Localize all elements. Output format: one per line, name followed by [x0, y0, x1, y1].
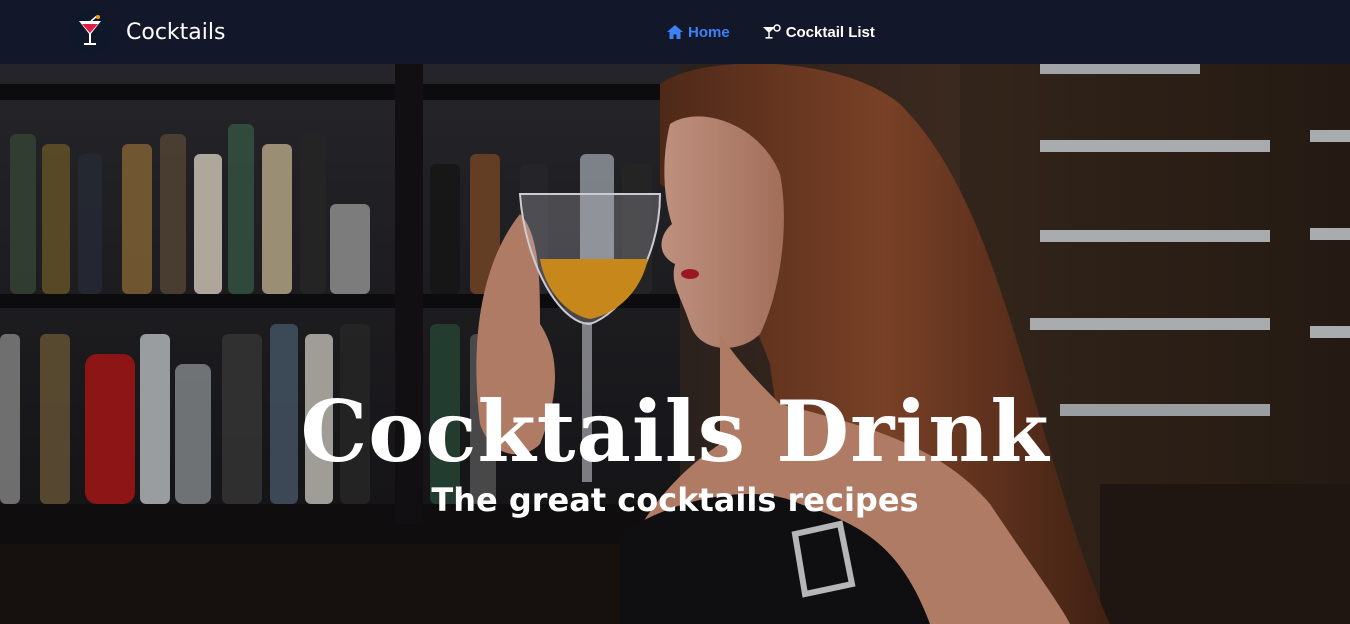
nav-link-cocktail-list[interactable]: Cocktail List: [762, 20, 875, 44]
home-icon: [667, 25, 683, 39]
brand-link[interactable]: Cocktails: [68, 10, 225, 54]
brand-name: Cocktails: [126, 19, 226, 45]
nav-link-home[interactable]: Home: [666, 20, 730, 44]
nav-menu: Home Cocktail List: [666, 20, 907, 44]
hero-banner: Cocktails Drink The great cocktails reci…: [0, 64, 1350, 624]
hero-subtitle: The great cocktails recipes: [431, 481, 919, 519]
nav-link-home-label: Home: [688, 23, 730, 41]
hero-background-image: [0, 64, 1350, 624]
cocktail-logo-icon: [68, 10, 112, 54]
cocktail-icon: [762, 24, 781, 39]
navbar: Cocktails Home Cocktail List: [0, 0, 1350, 64]
hero-title: Cocktails Drink: [300, 382, 1050, 481]
nav-link-cocktail-list-label: Cocktail List: [785, 23, 875, 41]
